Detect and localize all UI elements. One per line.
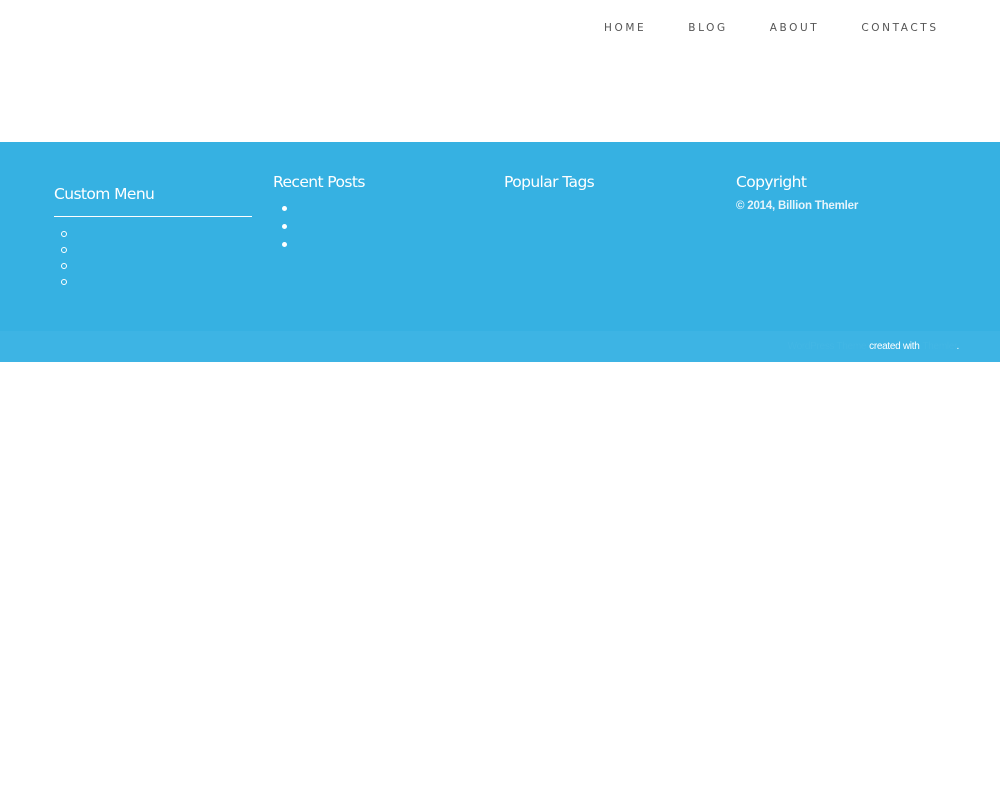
bottom-credits-bar: WordPress Theme created with Themler. [0, 331, 1000, 362]
popular-tags-widget: Popular Tags [504, 173, 704, 191]
copyright-title: Copyright [736, 173, 807, 191]
top-navigation: HOME BLOG ABOUT CONTACTS [583, 22, 960, 34]
copyright-text: © 2014, Billion Themler [736, 200, 859, 212]
custom-menu-list [54, 231, 252, 285]
credits-period: . [956, 341, 960, 352]
recent-post-item[interactable] [282, 224, 287, 229]
nav-about-link[interactable]: ABOUT [770, 22, 820, 34]
copyright-widget: Copyright © 2014, Billion Themler [736, 173, 956, 212]
recent-posts-list [273, 206, 473, 247]
custom-menu-item[interactable] [61, 279, 67, 285]
recent-posts-widget: Recent Posts [273, 173, 473, 260]
nav-home-link[interactable]: HOME [604, 22, 646, 34]
credits: WordPress Theme created with Themler. [788, 341, 960, 352]
custom-menu-item[interactable] [61, 247, 67, 253]
custom-menu-item[interactable] [61, 263, 67, 269]
nav-contacts-link[interactable]: CONTACTS [861, 22, 938, 34]
custom-menu-item[interactable] [61, 231, 67, 237]
recent-posts-title: Recent Posts [273, 173, 365, 191]
custom-menu-title: Custom Menu [54, 185, 252, 217]
wordpress-theme-link[interactable]: WordPress Theme [788, 341, 867, 352]
recent-post-item[interactable] [282, 206, 287, 211]
themler-link[interactable]: Themler [922, 341, 956, 352]
popular-tags-title: Popular Tags [504, 173, 595, 191]
recent-post-item[interactable] [282, 242, 287, 247]
footer: Custom Menu Recent Posts Popular Tags Co… [0, 142, 1000, 331]
custom-menu-widget: Custom Menu [54, 185, 252, 295]
nav-blog-link[interactable]: BLOG [688, 22, 727, 34]
created-with-text: created with [869, 341, 920, 352]
